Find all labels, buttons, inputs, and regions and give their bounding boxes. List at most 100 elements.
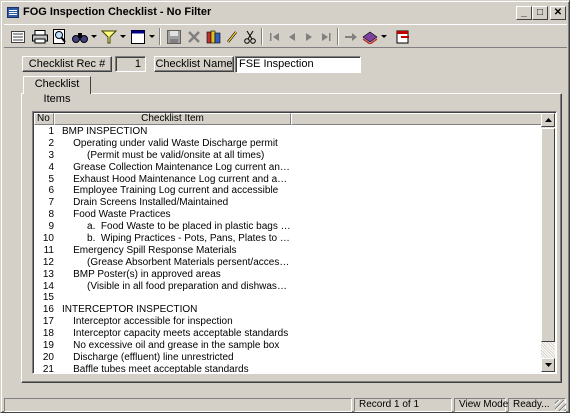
print-preview-icon[interactable] [50,27,70,46]
checklist-rec-field: 1 [115,56,146,72]
app-icon [7,7,19,18]
table-row[interactable]: 12 (Grease Absorbent Materials persent/a… [34,257,542,269]
tab-checklist-items[interactable]: Checklist Items [23,76,91,105]
table-row[interactable]: 9 a. Food Waste to be placed in plastic … [34,221,542,233]
row-number: 4 [48,161,54,173]
status-record: Record 1 of 1 [354,398,452,412]
table-row[interactable]: 4 Grease Collection Maintenance Log curr… [34,162,542,174]
checklist-item-text: (Permit must be valid/onsite at all time… [62,149,265,161]
checklist-item-text: BMP INSPECTION [62,126,148,137]
checklist-rec-button[interactable]: Checklist Rec # [22,56,112,72]
new-record-icon[interactable] [341,27,361,46]
row-number: 20 [42,351,54,363]
checklist-item-text: Discharge (effluent) line unrestricted [62,351,234,363]
table-row[interactable]: 5 Exhaust Hood Maintenance Log current a… [34,174,542,186]
list-icon[interactable] [8,27,28,46]
edit-icon[interactable] [222,27,242,46]
reports-dropdown-icon[interactable] [380,27,388,46]
row-number: 18 [42,328,54,340]
view-dropdown-icon[interactable] [148,27,156,46]
toolbar-separator [261,28,263,45]
checklist-item-text: Operating under valid Waste Discharge pe… [62,137,278,149]
checklist-item-text: (Grease Absorbent Materials persent/acce… [87,256,292,268]
window-title: FOG Inspection Checklist - No Filter [23,6,212,18]
checklist-item-text: b. Wiping Practices - Pots, Pans, Plates… [87,233,291,245]
table-row[interactable]: 18 Interceptor capacity meets acceptable… [34,328,542,340]
close-button[interactable]: ✕ [550,6,566,20]
row-number: 8 [48,209,54,221]
row-number: 13 [42,268,54,280]
toolbar-separator [337,28,339,45]
maximize-button[interactable]: □ [532,6,548,20]
checklist-item-text: No excessive oil and grease in the sampl… [62,340,280,352]
cut-icon[interactable] [240,27,260,46]
find-dropdown-icon[interactable] [90,27,98,46]
table-row[interactable]: 15 [34,292,542,304]
column-header-blank [291,113,542,125]
print-icon[interactable] [30,27,50,46]
row-number: 1 [48,126,54,137]
status-mode: View Mode [454,398,508,412]
scroll-up-button[interactable] [541,113,555,127]
row-number: 3 [48,149,54,161]
column-header-item[interactable]: Checklist Item [54,113,291,125]
toolbar-separator [159,28,161,45]
row-number: 19 [42,340,54,352]
table-row[interactable]: 17 Interceptor accessible for inspection [34,316,542,328]
checklist-item-text: Drain Screens Installed/Maintained [62,197,229,209]
checklist-item-text: Emergency Spill Response Materials [62,244,237,256]
checklist-item-text: Interceptor accessible for inspection [62,316,233,328]
checklist-item-text: a. Food Waste to be placed in plastic ba… [87,221,290,233]
table-row[interactable]: 13 BMP Poster(s) in approved areas [34,269,542,281]
row-number: 2 [48,137,54,149]
save-icon[interactable] [164,27,184,46]
scroll-thumb[interactable] [541,128,555,342]
checklist-grid[interactable]: No Checklist Item 1 BMP INSPECTION 2 Opera… [32,111,557,374]
row-number: 14 [42,280,54,292]
scroll-down-button[interactable] [541,358,555,372]
table-row[interactable]: 8 Food Waste Practices [34,209,542,221]
checklist-item-text: Employee Training Log current and access… [62,185,279,197]
checklist-item-text: INTERCEPTOR INSPECTION [62,304,198,316]
title-bar[interactable]: FOG Inspection Checklist - No Filter _ □… [4,4,567,22]
table-row[interactable]: 6 Employee Training Log current and acce… [34,185,542,197]
table-row[interactable]: 20 Discharge (effluent) line unrestricte… [34,352,542,364]
table-row[interactable]: 11 Emergency Spill Response Materials [34,245,542,257]
grid-header: No Checklist Item [34,113,542,125]
checklist-item-text: Exhaust Hood Maintenance Log current and… [73,173,292,185]
checklist-name-button[interactable]: Checklist Name [154,56,234,72]
table-row[interactable]: 19 No excessive oil and grease in the sa… [34,340,542,352]
last-record-icon[interactable] [316,27,336,46]
filter-icon[interactable] [99,27,119,46]
column-header-no[interactable]: No [34,113,54,125]
delete-icon[interactable] [184,27,204,46]
table-row[interactable]: 1 BMP INSPECTION [34,126,542,138]
table-row[interactable]: 7 Drain Screens Installed/Maintained [34,197,542,209]
reports-icon[interactable] [360,27,380,46]
minimize-button[interactable]: _ [516,6,532,20]
books-icon[interactable] [204,27,224,46]
find-icon[interactable] [70,27,90,46]
table-row[interactable]: 3 (Permit must be valid/onsite at all ti… [34,150,542,162]
view-icon[interactable] [128,27,148,46]
table-row[interactable]: 21 Baffle tubes meet acceptable standard… [34,363,542,374]
checklist-item-text: Food Waste Practices [62,209,171,221]
checklist-item-text: Grease Collection Maintenance Log curren… [73,161,292,173]
resize-grip[interactable] [555,400,566,411]
main-window: FOG Inspection Checklist - No Filter _ □… [0,0,570,413]
row-number: 7 [48,197,54,209]
table-row[interactable]: 14 (Visible in all food preparation and … [34,281,542,293]
grid-rows: 1 BMP INSPECTION 2 Operating under valid W… [34,126,542,374]
vertical-scrollbar[interactable] [541,113,555,372]
checklist-item-text: (Visible in all food preparation and dis… [87,280,292,292]
exit-icon[interactable] [393,27,413,46]
row-number: 11 [43,244,54,256]
table-row[interactable]: 16 INTERCEPTOR INSPECTION [34,304,542,316]
table-row[interactable]: 10 b. Wiping Practices - Pots, Pans, Pla… [34,233,542,245]
checklist-name-field[interactable]: FSE Inspection [235,56,361,73]
table-row[interactable]: 2 Operating under valid Waste Discharge … [34,138,542,150]
row-number: 6 [48,185,54,197]
filter-dropdown-icon[interactable] [119,27,127,46]
status-panel-blank [4,398,352,412]
checklist-item-text: Baffle tubes meet acceptable standards [62,363,249,374]
